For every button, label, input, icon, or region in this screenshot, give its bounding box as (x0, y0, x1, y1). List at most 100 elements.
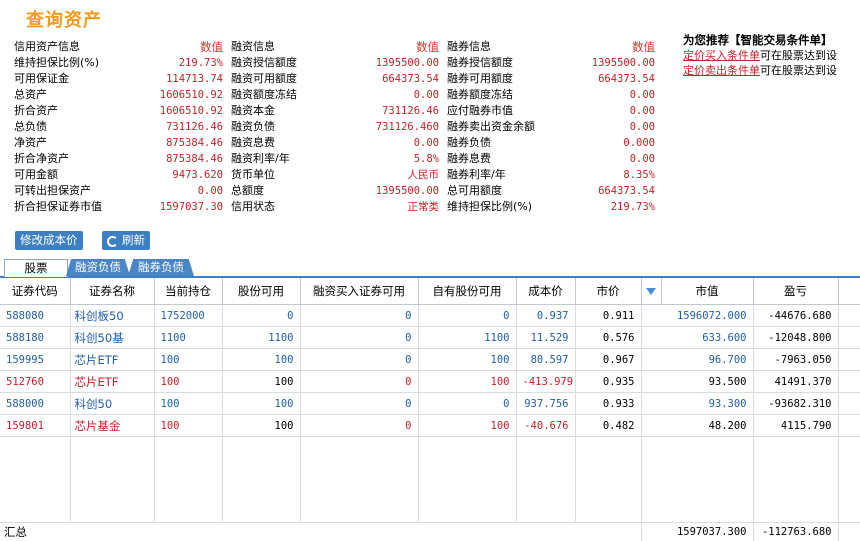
col-header-pnl[interactable]: 盈亏 (753, 278, 838, 305)
cell-pnl: 4115.790 (753, 415, 838, 437)
cell-price: 0.935 (575, 371, 641, 393)
cell-name: 芯片ETF (70, 349, 154, 371)
cell-price: 0.482 (575, 415, 641, 437)
cell-pnl: -7963.050 (753, 349, 838, 371)
info-row: 融资信息数值 (231, 39, 439, 55)
info-label: 维持担保比例(%) (14, 55, 99, 71)
info-row: 融券额度冻结0.00 (447, 87, 655, 103)
info-label: 折合担保证券市值 (14, 199, 102, 215)
cell-filler (838, 349, 860, 371)
info-row: 融资额度冻结0.00 (231, 87, 439, 103)
info-value: 正常类 (408, 199, 440, 215)
info-value: 1606510.92 (160, 103, 223, 119)
fixed-price-buy-link[interactable]: 定价买入条件单 (683, 49, 760, 62)
col-header-position[interactable]: 当前持仓 (154, 278, 222, 305)
info-value: 9473.620 (172, 167, 223, 183)
sort-indicator[interactable] (641, 278, 661, 305)
col-header-price[interactable]: 市价 (575, 278, 641, 305)
info-label: 融资本金 (231, 103, 275, 119)
cell-own-available: 1100 (418, 327, 516, 349)
info-row: 折合担保证券市值1597037.30 (14, 199, 223, 215)
col-header-available[interactable]: 股份可用 (222, 278, 300, 305)
col-header-cost[interactable]: 成本价 (516, 278, 575, 305)
info-label: 可用保证金 (14, 71, 69, 87)
info-value: 219.73% (611, 199, 655, 215)
cell-market-value: 48.200 (641, 415, 753, 437)
table-row[interactable]: 159995芯片ETF100100010080.5970.96796.700-7… (0, 349, 860, 371)
cell-name: 芯片基金 (70, 415, 154, 437)
info-row: 融券利率/年 8.35% (447, 167, 655, 183)
cell-position: 100 (154, 349, 222, 371)
info-label: 信用资产信息 (14, 39, 80, 55)
info-row: 总资产1606510.92 (14, 87, 223, 103)
modify-cost-button[interactable]: 修改成本价 (15, 231, 83, 250)
recommendation-panel: 为您推荐【智能交易条件单】 定价买入条件单可在股票达到设 定价卖出条件单可在股票… (683, 33, 860, 78)
info-row: 信用状态正常类 (231, 199, 439, 215)
recommendation-heading: 为您推荐【智能交易条件单】 (683, 33, 860, 48)
info-value: 731126.46 (166, 119, 223, 135)
positions-table: 证券代码 证券名称 当前持仓 股份可用 融资买入证券可用 自有股份可用 成本价 … (0, 278, 860, 541)
table-header: 证券代码 证券名称 当前持仓 股份可用 融资买入证券可用 自有股份可用 成本价 … (0, 278, 860, 305)
empty-cell (838, 437, 860, 523)
info-row: 折合资产1606510.92 (14, 103, 223, 119)
table-row[interactable]: 159801芯片基金1001000100-40.6760.48248.20041… (0, 415, 860, 437)
info-label: 融券额度冻结 (447, 87, 513, 103)
cell-market-value: 93.500 (641, 371, 753, 393)
info-row: 融券息费0.00 (447, 151, 655, 167)
info-label: 可用金额 (14, 167, 58, 183)
col-header-name[interactable]: 证券名称 (70, 278, 154, 305)
cell-available: 0 (222, 305, 300, 327)
table-row[interactable]: 588180科创50基110011000110011.5290.576633.6… (0, 327, 860, 349)
cell-cost: 937.756 (516, 393, 575, 415)
summary-label: 汇总 (0, 523, 641, 541)
cell-code: 159801 (0, 415, 70, 437)
sort-down-icon (646, 288, 656, 295)
cell-price: 0.967 (575, 349, 641, 371)
empty-cell (516, 437, 575, 523)
cell-filler (838, 523, 860, 541)
cell-filler (838, 305, 860, 327)
info-label: 融券利率/年 (447, 167, 506, 183)
col-header-code[interactable]: 证券代码 (0, 278, 70, 305)
info-row: 融资授信额度1395500.00 (231, 55, 439, 71)
info-label: 融券授信额度 (447, 55, 513, 71)
info-label: 融资额度冻结 (231, 87, 297, 103)
info-value: 0.00 (198, 183, 223, 199)
cell-code: 588000 (0, 393, 70, 415)
info-row: 可用金额 9473.620 (14, 167, 223, 183)
info-label: 可转出担保资产 (14, 183, 91, 199)
tab-lending-debt[interactable]: 融券负债 (128, 259, 194, 276)
info-value: 0.000 (623, 135, 655, 151)
info-label: 维持担保比例(%) (447, 199, 532, 215)
cell-code: 512760 (0, 371, 70, 393)
info-row: 融资利率/年5.8% (231, 151, 439, 167)
col-header-margin-available[interactable]: 融资买入证券可用 (300, 278, 418, 305)
refresh-button[interactable]: 刷新 (102, 231, 150, 250)
tab-financing-debt[interactable]: 融资负债 (66, 259, 130, 276)
table-row[interactable]: 588080科创板5017520000000.9370.9111596072.0… (0, 305, 860, 327)
table-row[interactable]: 512760芯片ETF1001000100-413.9790.93593.500… (0, 371, 860, 393)
col-header-market-value[interactable]: 市值 (661, 278, 753, 305)
info-value: 114713.74 (166, 71, 223, 87)
tab-stocks[interactable]: 股票 (4, 259, 68, 277)
cell-own-available: 0 (418, 305, 516, 327)
info-label: 融资息费 (231, 135, 275, 151)
info-row: 折合净资产875384.46 (14, 151, 223, 167)
empty-cell (753, 437, 838, 523)
info-value: 8.35% (623, 167, 655, 183)
fixed-price-sell-link[interactable]: 定价卖出条件单 (683, 64, 760, 77)
info-row: 可转出担保资产 0.00 (14, 183, 223, 199)
info-value: 731126.460 (376, 119, 439, 135)
table-row[interactable]: 588000科创5010010000937.7560.93393.300-936… (0, 393, 860, 415)
cell-cost: 0.937 (516, 305, 575, 327)
col-header-own-available[interactable]: 自有股份可用 (418, 278, 516, 305)
info-value: 1395500.00 (376, 55, 439, 71)
cell-margin-available: 0 (300, 327, 418, 349)
summary-pnl: -112763.680 (753, 523, 838, 541)
info-row: 可用保证金 114713.74 (14, 71, 223, 87)
cell-code: 588180 (0, 327, 70, 349)
info-value: 0.00 (414, 135, 439, 151)
cell-price: 0.911 (575, 305, 641, 327)
info-label: 融券卖出资金余额 (447, 119, 535, 135)
info-label: 总资产 (14, 87, 47, 103)
